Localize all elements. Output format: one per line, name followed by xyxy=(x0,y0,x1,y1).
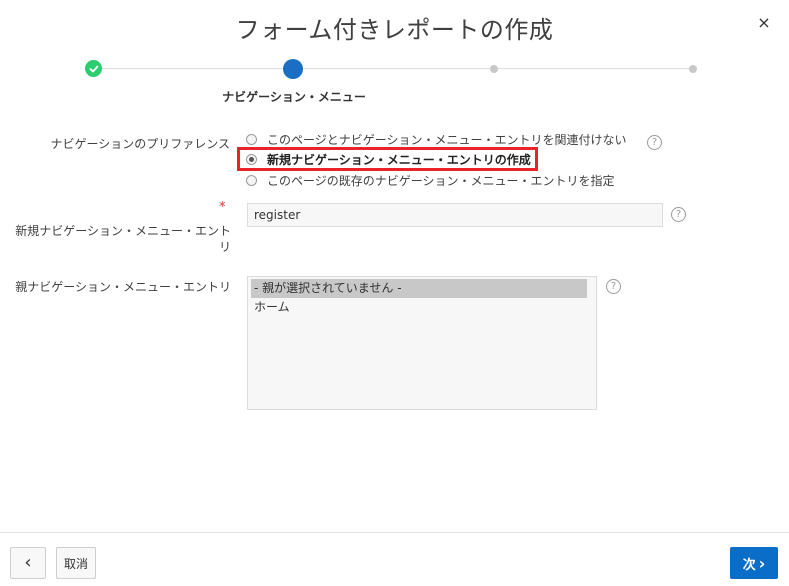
help-icon[interactable]: ? xyxy=(606,279,621,294)
listbox-option-selected[interactable]: - 親が選択されていません - xyxy=(251,279,587,298)
wizard-step-current xyxy=(283,59,303,79)
chevron-left-icon: ‹ xyxy=(24,552,32,573)
wizard-step-complete xyxy=(85,60,102,77)
radio-label: このページの既存のナビゲーション・メニュー・エントリを指定 xyxy=(267,174,615,188)
checkmark-icon xyxy=(89,65,98,72)
required-indicator: * xyxy=(219,200,226,215)
new-entry-input[interactable] xyxy=(247,203,663,227)
help-icon[interactable]: ? xyxy=(647,135,662,150)
back-button[interactable]: ‹ xyxy=(10,547,46,579)
wizard-track xyxy=(93,68,693,69)
cancel-button[interactable]: 取消 xyxy=(56,547,96,579)
wizard-step-pending xyxy=(490,65,498,73)
chevron-right-icon: › xyxy=(758,553,766,573)
next-button[interactable]: 次 › xyxy=(730,547,778,579)
help-icon[interactable]: ? xyxy=(671,207,686,222)
wizard-step-pending xyxy=(689,65,697,73)
wizard-step-label: ナビゲーション・メニュー xyxy=(222,90,366,104)
dialog-title: フォーム付きレポートの作成 xyxy=(235,16,554,44)
radio-button[interactable] xyxy=(246,134,257,145)
close-icon[interactable]: × xyxy=(755,14,773,32)
new-entry-label: 新規ナビゲーション・メニュー・エント リ xyxy=(15,224,231,254)
parent-entry-label: 親ナビゲーション・メニュー・エントリ xyxy=(15,280,231,294)
highlight-box xyxy=(237,147,538,171)
radio-label: このページとナビゲーション・メニュー・エントリを関連付けない xyxy=(267,133,627,147)
radio-option-existing-entry[interactable]: このページの既存のナビゲーション・メニュー・エントリを指定 xyxy=(246,172,615,189)
radio-option-no-link[interactable]: このページとナビゲーション・メニュー・エントリを関連付けない xyxy=(246,131,627,148)
radio-button[interactable] xyxy=(246,175,257,186)
listbox-option[interactable]: ホーム xyxy=(251,298,593,317)
parent-entry-listbox[interactable]: - 親が選択されていません - ホーム xyxy=(247,276,597,410)
nav-preference-label: ナビゲーションのプリファレンス xyxy=(50,137,230,151)
footer-divider xyxy=(0,532,789,533)
next-button-label: 次 xyxy=(742,557,756,573)
